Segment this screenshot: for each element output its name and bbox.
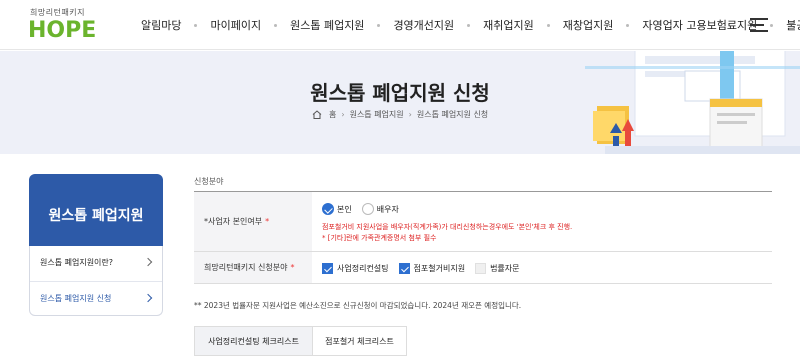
checkbox-consulting-label: 사업정리컨설팅 [337,263,389,273]
home-icon[interactable] [312,110,322,119]
category-label: 희망리턴패키지 신청분야 [204,263,288,272]
checklist-tabs: 사업정리컨설팅 체크리스트 점포철거 체크리스트 [194,326,407,356]
document-notice: * [기타]란에 가족관계증명서 첨부 필수 [322,234,437,242]
radio-self-label: 본인 [337,204,352,214]
application-form: *사업자 본인여부 * 본인 배우자 점포철거비 지원사업을 배우자(직계가족)… [194,191,772,284]
breadcrumb-home[interactable]: 홈 [324,109,341,120]
nav-item-reemployment[interactable]: 재취업지원 [470,17,547,33]
proxy-notice: 점포철거비 지원사업을 배우자(직계가족)가 대리신청하는경우에도 '본인'체크… [322,223,573,231]
nav-item-restart[interactable]: 재창업지원 [550,17,627,33]
sidebar-item-label: 원스톱 폐업지원 신청 [40,294,112,303]
sidebar-item-label: 원스톱 폐업지원이란? [40,258,114,267]
sidebar-item-about[interactable]: 원스톱 폐업지원이란? [30,246,162,280]
applicant-label: *사업자 본인여부 [204,217,263,226]
hamburger-menu-icon[interactable] [750,17,770,33]
row-label: *사업자 본인여부 * [194,192,312,251]
nav-item-management[interactable]: 경영개선지원 [380,17,467,33]
banner-illustration [585,51,800,154]
sidebar-menu: 원스톱 폐업지원이란? 원스톱 폐업지원 신청 [29,246,163,316]
required-mark: * [290,263,295,272]
logo-subtitle: 희망리턴패키지 [30,8,86,17]
main-nav: 알림마당 마이페이지 원스톱 폐업지원 경영개선지원 재취업지원 재창업지원 자… [128,0,800,50]
hope-logo[interactable]: 희망리턴패키지 HOPE [28,7,100,43]
sidebar-title: 원스톱 폐업지원 [29,174,163,246]
logo-text: HOPE [28,18,97,43]
radio-self[interactable]: 본인 [322,203,352,215]
radio-checked-icon [322,203,334,215]
radio-unchecked-icon [361,203,374,215]
nav-item-onestop-closure[interactable]: 원스톱 폐업지원 [277,17,377,33]
site-header: 희망리턴패키지 HOPE 알림마당 마이페이지 원스톱 폐업지원 경영개선지원 … [0,0,800,50]
nav-item-mypage[interactable]: 마이페이지 [197,17,274,33]
checkbox-consulting[interactable]: 사업정리컨설팅 [322,262,389,274]
radio-spouse-label: 배우자 [376,204,399,214]
checkbox-demolition[interactable]: 점포철거비지원 [398,262,466,274]
required-mark: * [265,217,270,226]
breadcrumb-current: 원스톱 폐업지원 신청 [416,110,489,119]
form-row-applicant: *사업자 본인여부 * 본인 배우자 점포철거비 지원사업을 배우자(직계가족)… [194,192,772,252]
tab-consulting-checklist[interactable]: 사업정리컨설팅 체크리스트 [194,326,313,356]
breadcrumb-section[interactable]: 원스톱 폐업지원 [345,109,409,120]
checkbox-checked-icon [322,262,333,274]
nav-item-unfair-report[interactable]: 불공정신고 [773,17,800,33]
checkbox-demolition-label: 점포철거비지원 [413,263,466,273]
chevron-right-icon [143,293,153,303]
nav-item-notice[interactable]: 알림마당 [128,17,194,33]
page-banner: 원스톱 폐업지원 신청 홈 › 원스톱 폐업지원 › 원스톱 폐업지원 신청 [0,51,800,154]
legal-notice: ** 2023년 법률자문 지원사업은 예산소진으로 신규신청이 마감되었습니다… [194,301,522,310]
radio-spouse[interactable]: 배우자 [361,203,399,215]
form-row-category: 희망리턴패키지 신청분야 * 사업정리컨설팅 점포철거비지원 법률자문 [194,252,772,284]
sidebar-item-apply[interactable]: 원스톱 폐업지원 신청 [30,281,162,315]
checkbox-checked-icon [398,262,410,274]
checkbox-legal-label: 법률자문 [490,263,520,273]
checkbox-legal: 법률자문 [475,262,520,274]
chevron-right-icon [143,257,153,267]
breadcrumb: 홈 › 원스톱 폐업지원 › 원스톱 폐업지원 신청 [312,109,493,120]
section-label: 신청분야 [194,177,224,186]
row-label: 희망리턴패키지 신청분야 * [194,252,312,283]
checkbox-disabled-icon [475,262,487,274]
tab-demolition-checklist[interactable]: 점포철거 체크리스트 [313,326,407,356]
